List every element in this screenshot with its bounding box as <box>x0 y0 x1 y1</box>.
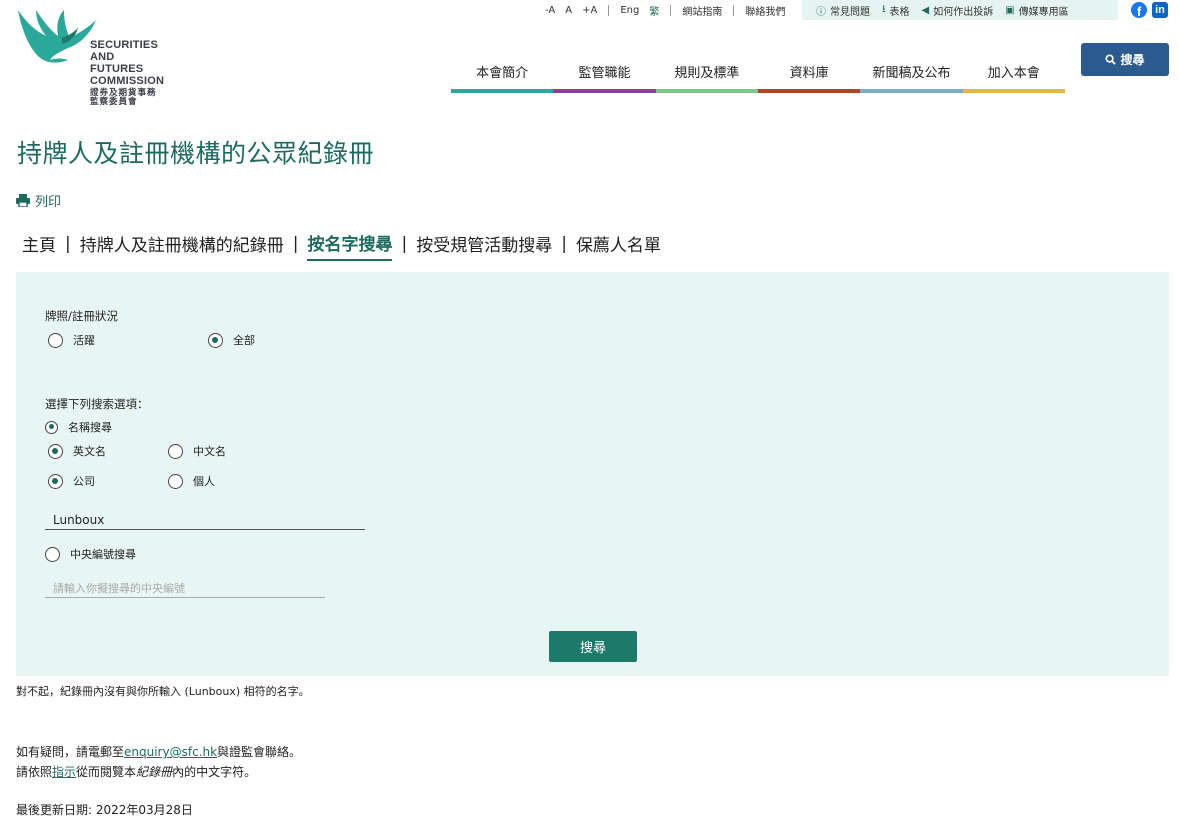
eagle-logo-icon <box>18 10 96 63</box>
radio-circle <box>48 332 63 348</box>
instruction-mid: 從而閱覽本 <box>76 765 137 779</box>
print-link[interactable]: 列印 <box>16 191 61 210</box>
megaphone-icon: ◀ <box>921 4 930 16</box>
radio-circle-selected <box>48 473 63 489</box>
individual-radio[interactable]: 個人 <box>168 473 215 489</box>
sitemap-link[interactable]: 網站指南 <box>677 3 727 18</box>
language-chinese-link[interactable]: 繁 <box>644 3 664 18</box>
divider <box>733 4 735 16</box>
media-link[interactable]: ▣ 傳媒專用區 <box>1005 3 1068 18</box>
contact-info: 如有疑問，請電郵至enquiry@sfc.hk與證監會聯絡。 請依照指示從而閱覽… <box>16 742 301 782</box>
search-options-label: 選擇下列搜索選項： <box>45 397 149 411</box>
media-label: 傳媒專用區 <box>1018 6 1069 18</box>
breadcrumb-home[interactable]: 主頁 <box>22 231 56 256</box>
faq-label: 常見問題 <box>830 6 870 18</box>
contact-suffix: 與證監會聯絡。 <box>217 745 302 759</box>
breadcrumb-separator: | <box>401 233 408 254</box>
question-circle-icon: ⓘ <box>816 6 826 18</box>
nav-item-5[interactable]: 加入本會 <box>962 50 1065 93</box>
breadcrumb: 主頁 | 持牌人及註冊機構的紀錄冊 | 按名字搜尋 | 按受規管活動搜尋 | 保… <box>22 226 661 261</box>
radio-circle <box>45 546 60 562</box>
site-search-button[interactable]: 搜尋 <box>1081 43 1169 76</box>
radio-circle <box>168 473 183 489</box>
ce-number-search-label: 中央編號搜尋 <box>70 548 136 561</box>
contact-prefix: 如有疑問，請電郵至 <box>16 745 125 759</box>
company-label: 公司 <box>73 475 95 488</box>
instruction-prefix: 請依照 <box>16 765 53 779</box>
breadcrumb-separator: | <box>561 233 567 254</box>
tab-search-by-name[interactable]: 按名字搜尋 <box>307 230 393 261</box>
language-english-link[interactable]: Eng <box>615 5 644 16</box>
font-normal-button[interactable]: A <box>560 5 577 16</box>
radio-circle-selected <box>208 332 223 348</box>
social-links: f in <box>1131 2 1168 18</box>
linkedin-icon[interactable]: in <box>1152 2 1168 18</box>
chinese-name-radio[interactable]: 中文名 <box>168 443 226 459</box>
chinese-name-label: 中文名 <box>193 445 226 458</box>
faq-link[interactable]: ⓘ 常見問題 <box>816 3 870 18</box>
breadcrumb-separator: | <box>292 233 299 254</box>
nav-item-3[interactable]: 資料庫 <box>757 50 861 93</box>
breadcrumb-register[interactable]: 持牌人及註冊機構的紀錄冊 <box>80 231 284 256</box>
ce-number-input[interactable] <box>45 580 325 598</box>
status-label: 牌照/註冊狀況 <box>45 309 118 323</box>
logo-text-line1: SECURITIES AND <box>90 39 159 63</box>
submit-search-button[interactable]: 搜尋 <box>549 631 637 662</box>
download-icon: ⭳ <box>882 3 886 15</box>
radio-circle-selected <box>45 420 58 434</box>
no-result-message: 對不起，紀錄冊內沒有與你所輸入 (Lunboux) 相符的名字。 <box>16 685 310 698</box>
image-icon: ▣ <box>1005 4 1015 16</box>
quick-links-bar: ⓘ 常見問題 ⭳ 表格 ◀ 如何作出投訴 ▣ 傳媒專用區 <box>802 0 1118 20</box>
instruction-suffix: 內的中文字符。 <box>172 765 257 779</box>
sfc-logo[interactable]: SECURITIES AND FUTURES COMMISSION 證券及期貨事… <box>16 8 164 106</box>
name-search-label: 名稱搜尋 <box>68 421 112 434</box>
page-title: 持牌人及註冊機構的公眾紀錄冊 <box>17 139 375 168</box>
name-search-input[interactable] <box>45 510 365 530</box>
enquiry-email-link[interactable]: enquiry@sfc.hk <box>124 745 217 759</box>
status-active-label: 活躍 <box>73 334 95 347</box>
logo-text-line2: FUTURES COMMISSION <box>90 63 165 87</box>
breadcrumb-separator: | <box>65 233 71 254</box>
name-search-radio[interactable]: 名稱搜尋 <box>45 419 112 435</box>
complaint-label: 如何作出投訴 <box>933 6 994 18</box>
individual-label: 個人 <box>193 475 215 488</box>
print-label: 列印 <box>35 195 62 210</box>
radio-circle <box>168 443 183 459</box>
nav-item-2[interactable]: 規則及標準 <box>655 50 758 93</box>
logo-text-line3: 證券及期貨事務監察委員會 <box>90 88 157 107</box>
nav-item-0[interactable]: 本會簡介 <box>451 50 554 93</box>
nav-item-4[interactable]: 新聞稿及公布 <box>860 50 963 93</box>
main-navigation: 本會簡介 監管職能 規則及標準 資料庫 新聞稿及公布 加入本會 <box>451 50 1065 93</box>
instruction-link[interactable]: 指示 <box>52 765 76 779</box>
company-radio[interactable]: 公司 <box>48 473 95 489</box>
tab-sponsors-list[interactable]: 保薦人名單 <box>576 231 661 256</box>
forms-label: 表格 <box>889 6 910 18</box>
facebook-icon[interactable]: f <box>1131 2 1147 18</box>
top-utility-bar: -A A +A Eng 繁 網站指南 聯絡我們 <box>540 0 790 20</box>
register-italic: 紀錄冊 <box>136 765 173 779</box>
divider <box>608 4 610 16</box>
status-all-label: 全部 <box>233 334 255 347</box>
status-all-radio[interactable]: 全部 <box>208 332 255 348</box>
font-increase-button[interactable]: +A <box>577 5 602 16</box>
english-name-label: 英文名 <box>73 445 106 458</box>
last-updated: 最後更新日期: 2022年03月28日 <box>16 803 193 817</box>
search-icon <box>1105 54 1117 65</box>
nav-item-1[interactable]: 監管職能 <box>553 50 656 93</box>
tab-search-by-activity[interactable]: 按受規管活動搜尋 <box>416 231 552 256</box>
forms-link[interactable]: ⭳ 表格 <box>882 2 910 19</box>
english-name-radio[interactable]: 英文名 <box>48 443 106 459</box>
contact-us-link[interactable]: 聯絡我們 <box>740 3 790 18</box>
search-button-label: 搜尋 <box>1120 53 1145 67</box>
radio-circle-selected <box>48 443 63 459</box>
ce-number-search-radio[interactable]: 中央編號搜尋 <box>45 546 136 562</box>
divider <box>670 4 672 16</box>
status-active-radio[interactable]: 活躍 <box>48 332 95 348</box>
printer-icon <box>16 194 30 207</box>
font-decrease-button[interactable]: -A <box>540 5 560 16</box>
complaint-link[interactable]: ◀ 如何作出投訴 <box>922 3 994 18</box>
